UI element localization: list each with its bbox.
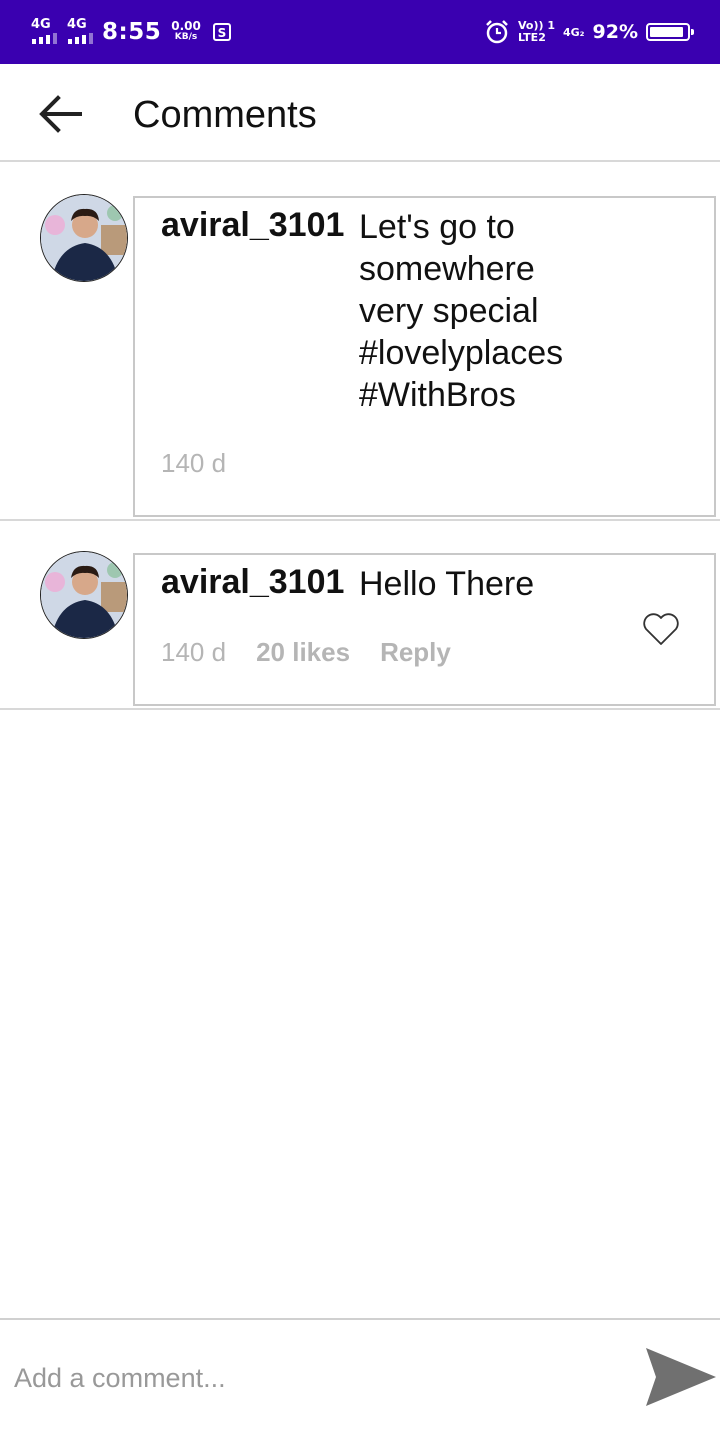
comment-item: aviral_3101 Hello There 140 d 20 likes R… [0,521,720,710]
user-photo [41,552,127,638]
comment-likes[interactable]: 20 likes [256,637,350,668]
signal-label: 4G [31,17,51,32]
comment-text: Let's go to somewhere very special #love… [359,208,564,414]
page-title: Comments [133,94,317,136]
comment-item: aviral_3101 Let's go to somewhere very s… [0,162,720,521]
status-bar-left: 4G 4G 8:55 0.00 KB/s S [30,14,233,50]
comment-age: 140 d [161,637,227,667]
network-speed: 0.00 KB/s [171,19,201,43]
signal-strength-icon: 4G [30,17,57,47]
reply-button[interactable]: Reply [380,637,451,668]
alarm-icon [486,20,508,44]
svg-text:S: S [218,26,227,40]
comment-composer [0,1318,720,1438]
arrow-left-icon[interactable] [38,92,86,136]
comment-username[interactable]: aviral_3101 [161,206,344,245]
battery-fill [650,27,683,37]
lte-label: LTE2 [517,31,546,44]
status-bar-right: Vo)) 1 LTE2 4G₂ 92% [484,14,694,50]
heart-outline-icon[interactable] [641,611,681,647]
battery-icon [646,23,694,41]
signal-label: 4G [67,17,87,32]
comment-card: aviral_3101 Let's go to somewhere very s… [133,196,716,517]
clock: 8:55 [102,19,162,45]
comment-age: 140 d [161,448,227,478]
volte-indicator: Vo)) 1 LTE2 [518,20,555,44]
network-type-label: 4G₂ [563,25,585,39]
comment-username[interactable]: aviral_3101 [161,563,344,602]
comment-card: aviral_3101 Hello There 140 d 20 likes R… [133,553,716,706]
comment-input[interactable] [12,1350,616,1406]
network-speed-unit: KB/s [174,32,198,42]
status-bar: 4G 4G 8:55 0.00 KB/s S Vo)) 1 LTE2 4G₂ 9… [0,0,720,64]
network-speed-value: 0.00 [171,19,201,33]
comment-meta: 140 d [161,448,226,479]
avatar[interactable] [40,194,128,282]
comment-text: Hello There [359,565,535,603]
app-bar: Comments [0,64,720,162]
signal-strength-icon: 4G [66,17,93,47]
user-photo [41,195,127,281]
screenshot-icon: S [212,23,231,41]
avatar[interactable] [40,551,128,639]
comment-meta: 140 d 20 likes Reply [161,637,451,668]
battery-percent: 92% [592,21,638,43]
send-icon[interactable] [644,1346,718,1408]
